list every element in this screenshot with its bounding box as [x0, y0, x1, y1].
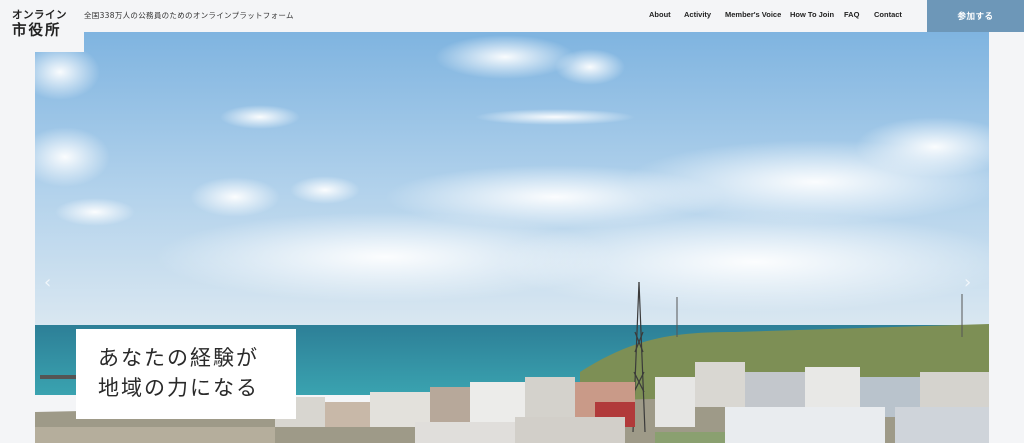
catch-line-1: あなたの経験が [98, 346, 259, 370]
chevron-left-icon[interactable]: ‹ [44, 272, 51, 293]
join-button[interactable]: 参加する [927, 0, 1024, 32]
nav-how-to-join[interactable]: How To Join [790, 10, 834, 19]
site-logo[interactable]: オンライン 市役所 [0, 0, 84, 52]
nav-activity[interactable]: Activity [684, 10, 711, 19]
nav-about[interactable]: About [649, 10, 671, 19]
nav-members-voice[interactable]: Member's Voice [725, 10, 781, 19]
main-nav: About Activity Member's Voice How To Joi… [0, 10, 1024, 22]
catch-line-2: 地域の力になる [98, 376, 259, 400]
nav-contact[interactable]: Contact [874, 10, 902, 19]
logo-line2: 市役所 [12, 23, 62, 39]
logo-line1: オンライン [12, 9, 67, 21]
hero-catchphrase: あなたの経験が 地域の力になる [76, 329, 296, 419]
nav-faq[interactable]: FAQ [844, 10, 859, 19]
site-header: 全国338万人の公務員のためのオンラインプラットフォーム About Activ… [0, 0, 1024, 32]
chevron-right-icon[interactable]: › [964, 272, 971, 293]
